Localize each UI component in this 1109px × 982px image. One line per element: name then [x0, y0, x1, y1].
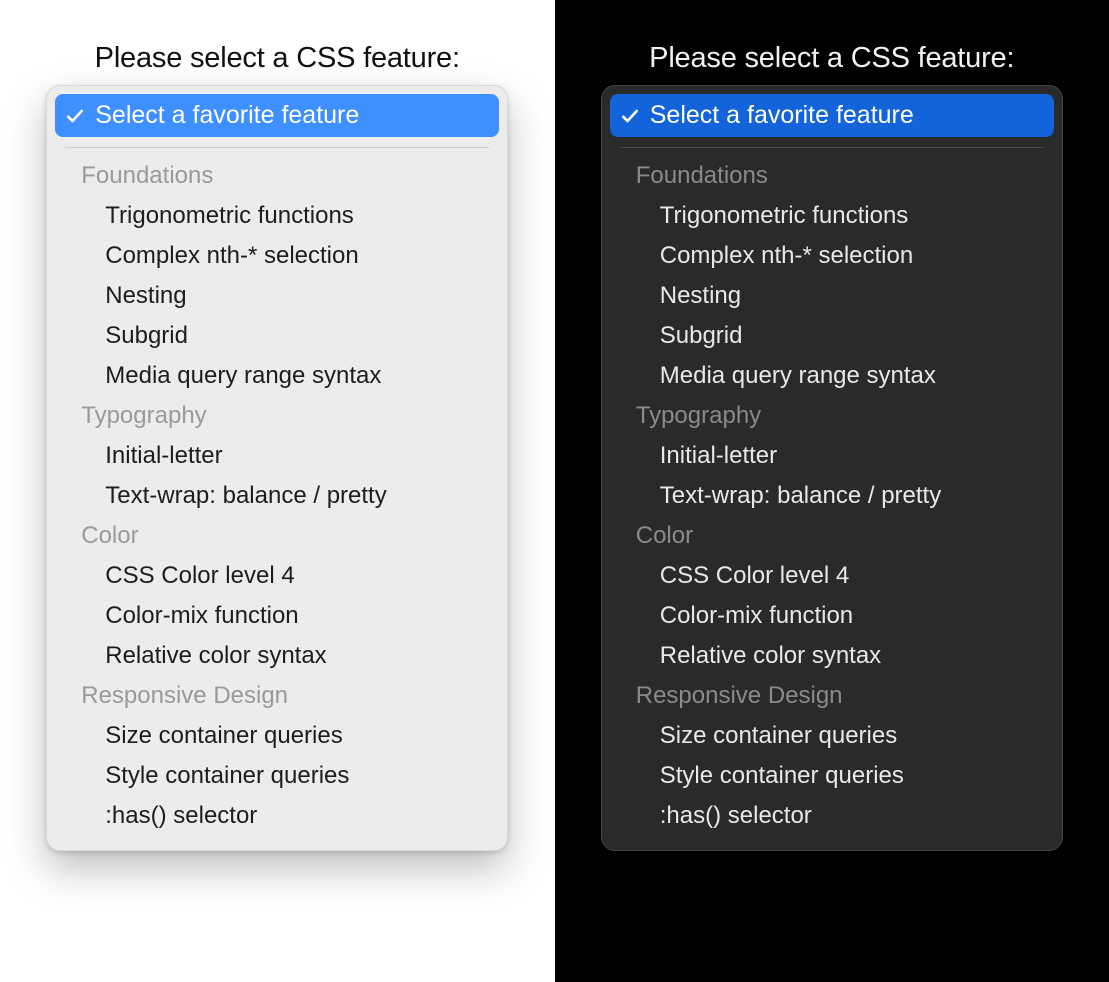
option-item[interactable]: :has() selector: [55, 796, 499, 836]
css-feature-dropdown[interactable]: Select a favorite feature FoundationsTri…: [601, 85, 1063, 851]
css-feature-dropdown[interactable]: Select a favorite feature FoundationsTri…: [46, 85, 508, 851]
dark-mode-pane: Please select a CSS feature: Select a fa…: [555, 0, 1109, 982]
option-group-header: Foundations: [610, 156, 1054, 196]
dropdown-divider: [65, 147, 489, 148]
option-group-header: Responsive Design: [55, 676, 499, 716]
prompt-label: Please select a CSS feature:: [95, 42, 460, 75]
option-item[interactable]: :has() selector: [610, 796, 1054, 836]
dropdown-divider: [620, 147, 1044, 148]
option-group-header: Responsive Design: [610, 676, 1054, 716]
selected-option[interactable]: Select a favorite feature: [610, 94, 1054, 137]
selected-option[interactable]: Select a favorite feature: [55, 94, 499, 137]
option-item[interactable]: Color-mix function: [610, 596, 1054, 636]
option-item[interactable]: Complex nth-* selection: [610, 236, 1054, 276]
option-item[interactable]: Subgrid: [55, 316, 499, 356]
option-item[interactable]: Color-mix function: [55, 596, 499, 636]
option-group-header: Typography: [55, 396, 499, 436]
option-item[interactable]: Trigonometric functions: [55, 196, 499, 236]
option-item[interactable]: Trigonometric functions: [610, 196, 1054, 236]
option-item[interactable]: Style container queries: [55, 756, 499, 796]
option-group-header: Typography: [610, 396, 1054, 436]
option-item[interactable]: Nesting: [55, 276, 499, 316]
option-item[interactable]: Text-wrap: balance / pretty: [610, 476, 1054, 516]
option-item[interactable]: Size container queries: [55, 716, 499, 756]
selected-option-label: Select a favorite feature: [650, 101, 914, 130]
option-item[interactable]: Initial-letter: [610, 436, 1054, 476]
option-item[interactable]: Complex nth-* selection: [55, 236, 499, 276]
option-item[interactable]: Initial-letter: [55, 436, 499, 476]
option-item[interactable]: Subgrid: [610, 316, 1054, 356]
option-item[interactable]: Media query range syntax: [55, 356, 499, 396]
option-item[interactable]: CSS Color level 4: [55, 556, 499, 596]
checkmark-icon: [65, 106, 85, 126]
option-item[interactable]: Relative color syntax: [55, 636, 499, 676]
options-list-dark: FoundationsTrigonometric functionsComple…: [610, 156, 1054, 836]
option-item[interactable]: Text-wrap: balance / pretty: [55, 476, 499, 516]
light-mode-pane: Please select a CSS feature: Select a fa…: [0, 0, 555, 982]
selected-option-label: Select a favorite feature: [95, 101, 359, 130]
checkmark-icon: [620, 106, 640, 126]
option-group-header: Foundations: [55, 156, 499, 196]
option-group-header: Color: [55, 516, 499, 556]
option-item[interactable]: Size container queries: [610, 716, 1054, 756]
prompt-label: Please select a CSS feature:: [649, 42, 1014, 75]
option-item[interactable]: Style container queries: [610, 756, 1054, 796]
option-item[interactable]: Nesting: [610, 276, 1054, 316]
option-group-header: Color: [610, 516, 1054, 556]
option-item[interactable]: CSS Color level 4: [610, 556, 1054, 596]
option-item[interactable]: Media query range syntax: [610, 356, 1054, 396]
options-list-light: FoundationsTrigonometric functionsComple…: [55, 156, 499, 836]
option-item[interactable]: Relative color syntax: [610, 636, 1054, 676]
